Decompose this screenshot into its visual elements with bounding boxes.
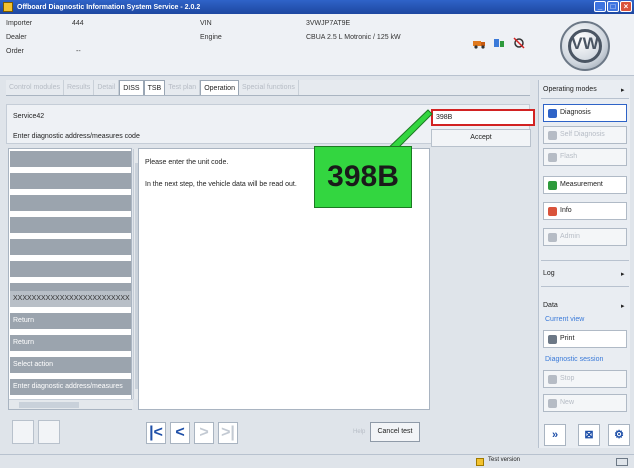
engine-label: Engine bbox=[200, 34, 222, 41]
search-document-icon[interactable] bbox=[38, 420, 60, 444]
importer-label: Importer bbox=[6, 20, 33, 27]
self-diagnosis-icon bbox=[548, 130, 557, 140]
list-item[interactable]: Return bbox=[10, 313, 131, 329]
service-title: Service42 bbox=[13, 113, 45, 120]
list-item[interactable] bbox=[10, 217, 131, 233]
window-title: Offboard Diagnostic Information System S… bbox=[17, 3, 201, 11]
tab-bar: Control modules Results Detail DISS TSB … bbox=[6, 80, 530, 96]
diagnostic-session-label: Diagnostic session bbox=[545, 356, 604, 363]
accept-button[interactable]: Accept bbox=[431, 129, 531, 147]
importer-value: 444 bbox=[72, 20, 84, 27]
flash-icon bbox=[548, 152, 557, 162]
vehicle-header: Importer 444 Dealer Order -- VIN 3VWJP7A… bbox=[0, 14, 634, 76]
data-label: Data bbox=[543, 302, 558, 309]
instruction-line-2: In the next step, the vehicle data will … bbox=[145, 181, 297, 188]
info-button[interactable]: Info bbox=[543, 202, 627, 220]
maximize-button[interactable]: □ bbox=[607, 1, 619, 12]
measurement-icon bbox=[548, 180, 557, 190]
list-item[interactable] bbox=[10, 195, 131, 211]
tab-detail[interactable]: Detail bbox=[94, 80, 120, 95]
first-step-button[interactable]: |< bbox=[146, 422, 166, 444]
list-item[interactable] bbox=[10, 173, 131, 189]
right-panel: Operating modes ▸ Diagnosis Self Diagnos… bbox=[538, 80, 630, 448]
new-button[interactable]: New bbox=[543, 394, 627, 412]
print-icon bbox=[548, 334, 557, 344]
settings-icon[interactable]: ⚙ bbox=[608, 424, 630, 446]
admin-icon bbox=[548, 232, 557, 242]
unit-code-input[interactable] bbox=[431, 109, 535, 126]
app-icon bbox=[3, 2, 13, 12]
measurement-button[interactable]: Measurement bbox=[543, 176, 627, 194]
engine-value: CBUA 2.5 L Motronic / 125 kW bbox=[306, 34, 401, 41]
status-bar: Test version bbox=[0, 454, 634, 468]
last-step-button[interactable]: >| bbox=[218, 422, 238, 444]
document-icon[interactable] bbox=[12, 420, 34, 444]
tab-diss[interactable]: DISS bbox=[119, 80, 144, 95]
operating-modes-label: Operating modes bbox=[543, 86, 597, 93]
data-collapse-icon[interactable]: ▸ bbox=[621, 302, 625, 310]
list-item[interactable] bbox=[10, 239, 131, 255]
stop-button[interactable]: Stop bbox=[543, 370, 627, 388]
previous-step-button[interactable]: < bbox=[170, 422, 190, 444]
status-text: Test version bbox=[488, 457, 521, 463]
minimize-button[interactable]: _ bbox=[594, 1, 606, 12]
help-button[interactable]: Help bbox=[353, 422, 367, 442]
dealer-label: Dealer bbox=[6, 34, 27, 41]
tab-results[interactable]: Results bbox=[64, 80, 95, 95]
info-icon bbox=[548, 206, 557, 216]
new-icon bbox=[548, 398, 557, 408]
diagnosis-button[interactable]: Diagnosis bbox=[543, 104, 627, 122]
cancel-test-button[interactable]: Cancel test bbox=[370, 422, 420, 442]
diagnosis-icon bbox=[548, 108, 557, 118]
title-bar: Offboard Diagnostic Information System S… bbox=[0, 0, 634, 14]
tab-special-functions[interactable]: Special functions bbox=[239, 80, 299, 95]
fast-forward-icon[interactable]: » bbox=[544, 424, 566, 446]
connection-indicator-icon bbox=[616, 458, 628, 466]
service-prompt: Enter diagnostic address/measures code bbox=[13, 133, 140, 140]
list-item[interactable]: XXXXXXXXXXXXXXXXXXXXXXXXX bbox=[10, 291, 131, 307]
service-bar: Service42 Enter diagnostic address/measu… bbox=[6, 104, 535, 147]
test-step-list: XXXXXXXXXXXXXXXXXXXXXXXXX Return Return … bbox=[8, 148, 141, 410]
tab-tsb[interactable]: TSB bbox=[143, 80, 166, 95]
list-item[interactable]: Return bbox=[10, 335, 131, 351]
list-item[interactable]: Enter diagnostic address/measures bbox=[10, 379, 131, 395]
truck-icon[interactable] bbox=[472, 36, 486, 50]
close-panel-icon[interactable]: ⊠ bbox=[578, 424, 600, 446]
log-label: Log bbox=[543, 270, 555, 277]
navigation-controls: |< < > >| bbox=[146, 422, 238, 444]
list-item[interactable] bbox=[10, 261, 131, 277]
log-expand-icon[interactable]: ▸ bbox=[621, 270, 625, 278]
order-label: Order bbox=[6, 48, 24, 55]
vehicle-connect-icon[interactable] bbox=[492, 36, 506, 50]
print-button[interactable]: Print bbox=[543, 330, 627, 348]
tab-operation[interactable]: Operation bbox=[200, 80, 239, 95]
self-diagnosis-button[interactable]: Self Diagnosis bbox=[543, 126, 627, 144]
next-step-button[interactable]: > bbox=[194, 422, 214, 444]
list-item[interactable]: Select action bbox=[10, 357, 131, 373]
vin-value: 3VWJP7AT9E bbox=[306, 20, 351, 27]
horizontal-scrollbar[interactable] bbox=[9, 399, 133, 409]
vw-logo: VW bbox=[560, 21, 610, 71]
close-button[interactable]: × bbox=[620, 1, 632, 12]
code-callout: 398B bbox=[314, 146, 412, 208]
flash-button[interactable]: Flash bbox=[543, 148, 627, 166]
stop-icon bbox=[548, 374, 557, 384]
collapse-icon[interactable]: ▸ bbox=[621, 86, 625, 94]
connection-icon[interactable] bbox=[512, 36, 526, 50]
order-value: -- bbox=[76, 48, 81, 55]
list-item[interactable] bbox=[10, 151, 131, 167]
warning-icon bbox=[476, 458, 484, 466]
admin-button[interactable]: Admin bbox=[543, 228, 627, 246]
instruction-line-1: Please enter the unit code. bbox=[145, 159, 229, 166]
vin-label: VIN bbox=[200, 20, 212, 27]
tab-test-plan[interactable]: Test plan bbox=[165, 80, 201, 95]
tab-control-modules[interactable]: Control modules bbox=[6, 80, 64, 95]
current-view-label: Current view bbox=[545, 316, 585, 323]
